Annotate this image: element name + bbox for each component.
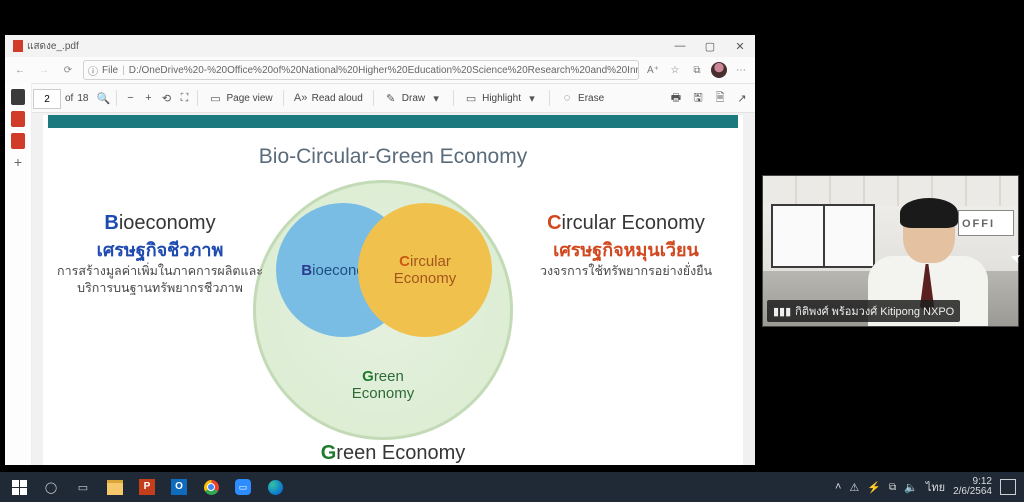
- maximize-button[interactable]: ▢: [695, 40, 725, 53]
- page-total: 18: [77, 93, 88, 104]
- minimize-button[interactable]: —: [665, 40, 695, 53]
- site-info-icon[interactable]: ⓘ: [88, 63, 98, 78]
- tray-sound-icon[interactable]: 🔈: [904, 481, 918, 494]
- edge-sidebar: +: [5, 83, 32, 465]
- favorite-button[interactable]: ☆: [667, 62, 683, 78]
- url-scheme: File: [102, 65, 118, 76]
- browser-window: แสดงe_.pdf — ▢ ✕ ← → ⟳ ⓘ File | D:/OneDr…: [5, 35, 755, 465]
- url-field[interactable]: ⓘ File | D:/OneDrive%20-%20Office%20of%2…: [83, 60, 639, 80]
- notification-button[interactable]: [1000, 479, 1016, 495]
- pdf-viewport[interactable]: Bio-Circular-Green Economy Bioeconomy Ci…: [5, 113, 755, 465]
- fullwidth-button[interactable]: ↗: [735, 91, 749, 105]
- sidebar-item[interactable]: [11, 89, 25, 105]
- page-indicator: of 18: [29, 87, 92, 109]
- zoom-out-button[interactable]: −: [123, 91, 137, 105]
- more-button[interactable]: ⋯: [733, 62, 749, 78]
- erase-icon: ◌: [560, 91, 574, 105]
- chevron-down-icon[interactable]: ▾: [525, 91, 539, 105]
- edge-icon[interactable]: [260, 472, 290, 502]
- search-button[interactable]: ◯: [36, 472, 66, 502]
- participant-tile[interactable]: OFFI ▮▮▮ กิติพงศ์ พร้อมวงศ์ Kitipong NXP…: [762, 175, 1019, 327]
- highlight-button[interactable]: ▭ Highlight ▾: [460, 91, 543, 105]
- page-view-icon: ▭: [208, 91, 222, 105]
- read-aloud-button[interactable]: A» Read aloud: [290, 91, 367, 105]
- window-controls: — ▢ ✕: [665, 40, 755, 53]
- taskbar: ◯ ▭ P O ▭ ˄ ⚠ ⚡ ⧉ 🔈 ไทย 9:12 2/6/2564: [0, 472, 1024, 502]
- close-button[interactable]: ✕: [725, 40, 755, 53]
- taskbar-clock[interactable]: 9:12 2/6/2564: [953, 477, 992, 498]
- save-button[interactable]: 🖫: [691, 91, 705, 105]
- chrome-icon[interactable]: [196, 472, 226, 502]
- tray-network-icon[interactable]: ⧉: [889, 482, 896, 493]
- pdf-icon: [13, 40, 23, 52]
- tray-lang[interactable]: ไทย: [926, 478, 945, 496]
- pdf-toolbar: ▤ of 18 🔍 − + ⟲ ⛶ ▭ Page view A» Read al…: [5, 84, 755, 113]
- tray-alert-icon[interactable]: ⚠: [849, 481, 859, 494]
- zoom-icon[interactable]: ▭: [228, 472, 258, 502]
- cursor-icon: ➤: [1008, 249, 1023, 267]
- slide-title: Bio-Circular-Green Economy: [43, 145, 743, 169]
- venn-diagram: Bioeconomy CircularEconomy GreenEconomy: [253, 175, 533, 455]
- highlight-icon: ▭: [464, 91, 478, 105]
- reader-mode-button[interactable]: A⁺: [645, 62, 661, 78]
- outlook-icon[interactable]: O: [164, 472, 194, 502]
- tray-up-icon[interactable]: ˄: [835, 481, 841, 493]
- clock-date: 2/6/2564: [953, 487, 992, 498]
- powerpoint-icon[interactable]: P: [132, 472, 162, 502]
- task-view-button[interactable]: ▭: [68, 472, 98, 502]
- address-bar: ← → ⟳ ⓘ File | D:/OneDrive%20-%20Office%…: [5, 57, 755, 84]
- green-text: Green Economy เศรษฐกิจสีเขียว การผลิตที่…: [43, 440, 743, 465]
- fit-button[interactable]: ⛶: [177, 91, 191, 105]
- sidebar-add-button[interactable]: +: [11, 155, 25, 171]
- url-text: D:/OneDrive%20-%20Office%20of%20National…: [129, 65, 639, 76]
- forward-button: →: [35, 65, 53, 76]
- header-stripe: [48, 115, 738, 128]
- page-input[interactable]: [33, 89, 61, 109]
- page-sep: of: [65, 93, 73, 104]
- file-explorer-icon[interactable]: [100, 472, 130, 502]
- draw-button[interactable]: ✎ Draw ▾: [380, 91, 447, 105]
- start-button[interactable]: [4, 472, 34, 502]
- venn-circular: CircularEconomy: [358, 203, 492, 337]
- page-view-button[interactable]: ▭ Page view: [204, 91, 276, 105]
- bioeconomy-text: Bioeconomy เศรษฐกิจชีวภาพ การสร้างมูลค่า…: [55, 210, 265, 297]
- participant-name: กิติพงศ์ พร้อมวงศ์ Kitipong NXPO: [795, 302, 954, 320]
- sidebar-pdf-icon[interactable]: [11, 111, 25, 127]
- collections-button[interactable]: ⧉: [689, 62, 705, 78]
- titlebar: แสดงe_.pdf — ▢ ✕: [5, 35, 755, 57]
- screen: แสดงe_.pdf — ▢ ✕ ← → ⟳ ⓘ File | D:/OneDr…: [0, 0, 1024, 502]
- find-button[interactable]: 🔍: [96, 91, 110, 105]
- pdf-page: Bio-Circular-Green Economy Bioeconomy Ci…: [43, 115, 743, 465]
- tab-title: แสดงe_.pdf: [27, 39, 79, 54]
- signal-icon: ▮▮▮: [773, 305, 791, 318]
- save-as-button[interactable]: 🗎: [713, 91, 727, 105]
- participant-label: ▮▮▮ กิติพงศ์ พร้อมวงศ์ Kitipong NXPO: [767, 300, 960, 322]
- system-tray: ˄ ⚠ ⚡ ⧉ 🔈 ไทย 9:12 2/6/2564: [835, 477, 1020, 498]
- back-button[interactable]: ←: [11, 65, 29, 76]
- venn-green: GreenEconomy: [253, 368, 513, 403]
- reload-button[interactable]: ⟳: [59, 65, 77, 76]
- chevron-down-icon[interactable]: ▾: [429, 91, 443, 105]
- read-aloud-icon: A»: [294, 91, 308, 105]
- sidebar-pdf-icon[interactable]: [11, 133, 25, 149]
- zoom-in-button[interactable]: +: [141, 91, 155, 105]
- circular-text: Circular Economy เศรษฐกิจหมุนเวียน วงจรก…: [521, 210, 731, 280]
- print-button[interactable]: 🖶: [669, 91, 683, 105]
- tray-power-icon[interactable]: ⚡: [867, 481, 881, 494]
- rotate-button[interactable]: ⟲: [159, 91, 173, 105]
- erase-button[interactable]: ◌ Erase: [556, 91, 608, 105]
- profile-avatar[interactable]: [711, 62, 727, 78]
- browser-tab[interactable]: แสดงe_.pdf: [13, 39, 79, 54]
- draw-icon: ✎: [384, 91, 398, 105]
